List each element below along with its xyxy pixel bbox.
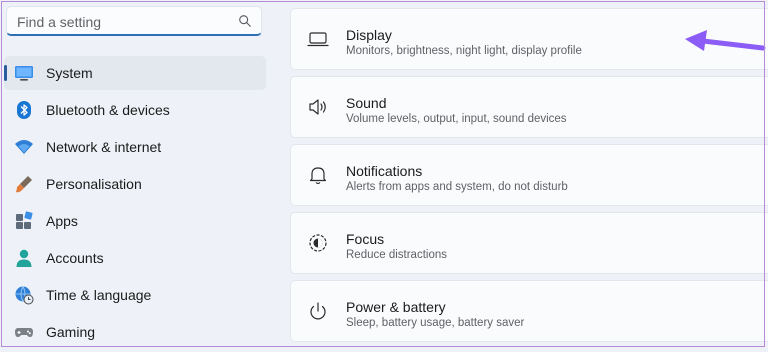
card-subtitle: Sleep, battery usage, battery saver [346, 317, 525, 329]
bluetooth-icon [17, 101, 31, 119]
card-display[interactable]: Display Monitors, brightness, night ligh… [290, 8, 768, 70]
focus-icon [309, 234, 327, 252]
account-icon [16, 249, 32, 267]
card-title: Display [346, 27, 392, 43]
sidebar-item-label: Network & internet [46, 139, 162, 155]
sidebar-item-label: Accounts [46, 250, 104, 266]
sidebar-item-bluetooth[interactable]: Bluetooth & devices [4, 93, 266, 127]
card-title: Power & battery [346, 299, 446, 315]
card-focus[interactable]: Focus Reduce distractions [290, 212, 768, 274]
card-title: Sound [346, 95, 387, 111]
sidebar-item-label: Personalisation [46, 176, 142, 192]
card-subtitle: Reduce distractions [346, 249, 447, 261]
selection-indicator [4, 65, 7, 81]
search-icon[interactable] [238, 14, 252, 28]
sidebar-nav: System Bluetooth & devices Network & int… [4, 56, 266, 352]
sidebar-item-apps[interactable]: Apps [4, 204, 266, 238]
sidebar-item-label: Time & language [46, 287, 152, 303]
sidebar-item-time-language[interactable]: Time & language [4, 278, 266, 312]
sidebar-item-network[interactable]: Network & internet [4, 130, 266, 164]
power-icon [310, 302, 326, 320]
sidebar-item-system[interactable]: System [4, 56, 266, 90]
speaker-icon [309, 99, 326, 115]
sidebar-item-accounts[interactable]: Accounts [4, 241, 266, 275]
system-icon [15, 66, 33, 81]
card-sound[interactable]: Sound Volume levels, output, input, soun… [290, 76, 768, 138]
monitor-icon [307, 32, 329, 47]
brush-icon [16, 176, 32, 193]
sidebar-item-label: Gaming [46, 324, 96, 340]
apps-icon [16, 211, 33, 229]
bell-icon [309, 167, 327, 185]
card-title: Notifications [346, 163, 423, 179]
search-input[interactable]: Find a setting [6, 6, 262, 36]
card-power-battery[interactable]: Power & battery Sleep, battery usage, ba… [290, 280, 768, 342]
card-subtitle: Volume levels, output, input, sound devi… [346, 113, 567, 125]
sidebar-item-personalisation[interactable]: Personalisation [4, 167, 266, 201]
sidebar-item-label: Apps [46, 213, 78, 229]
settings-list: Display Monitors, brightness, night ligh… [290, 8, 768, 348]
gamepad-icon [15, 328, 33, 337]
search-placeholder: Find a setting [17, 14, 102, 30]
globe-clock-icon [15, 286, 34, 305]
sidebar-item-label: Bluetooth & devices [46, 102, 170, 118]
card-subtitle: Monitors, brightness, night light, displ… [346, 45, 582, 57]
wifi-icon [15, 140, 33, 154]
annotation-arrow [685, 30, 766, 51]
sidebar-item-label: System [46, 65, 93, 81]
card-subtitle: Alerts from apps and system, do not dist… [346, 181, 568, 193]
sidebar-item-gaming[interactable]: Gaming [4, 315, 266, 349]
card-title: Focus [346, 231, 385, 247]
card-notifications[interactable]: Notifications Alerts from apps and syste… [290, 144, 768, 206]
